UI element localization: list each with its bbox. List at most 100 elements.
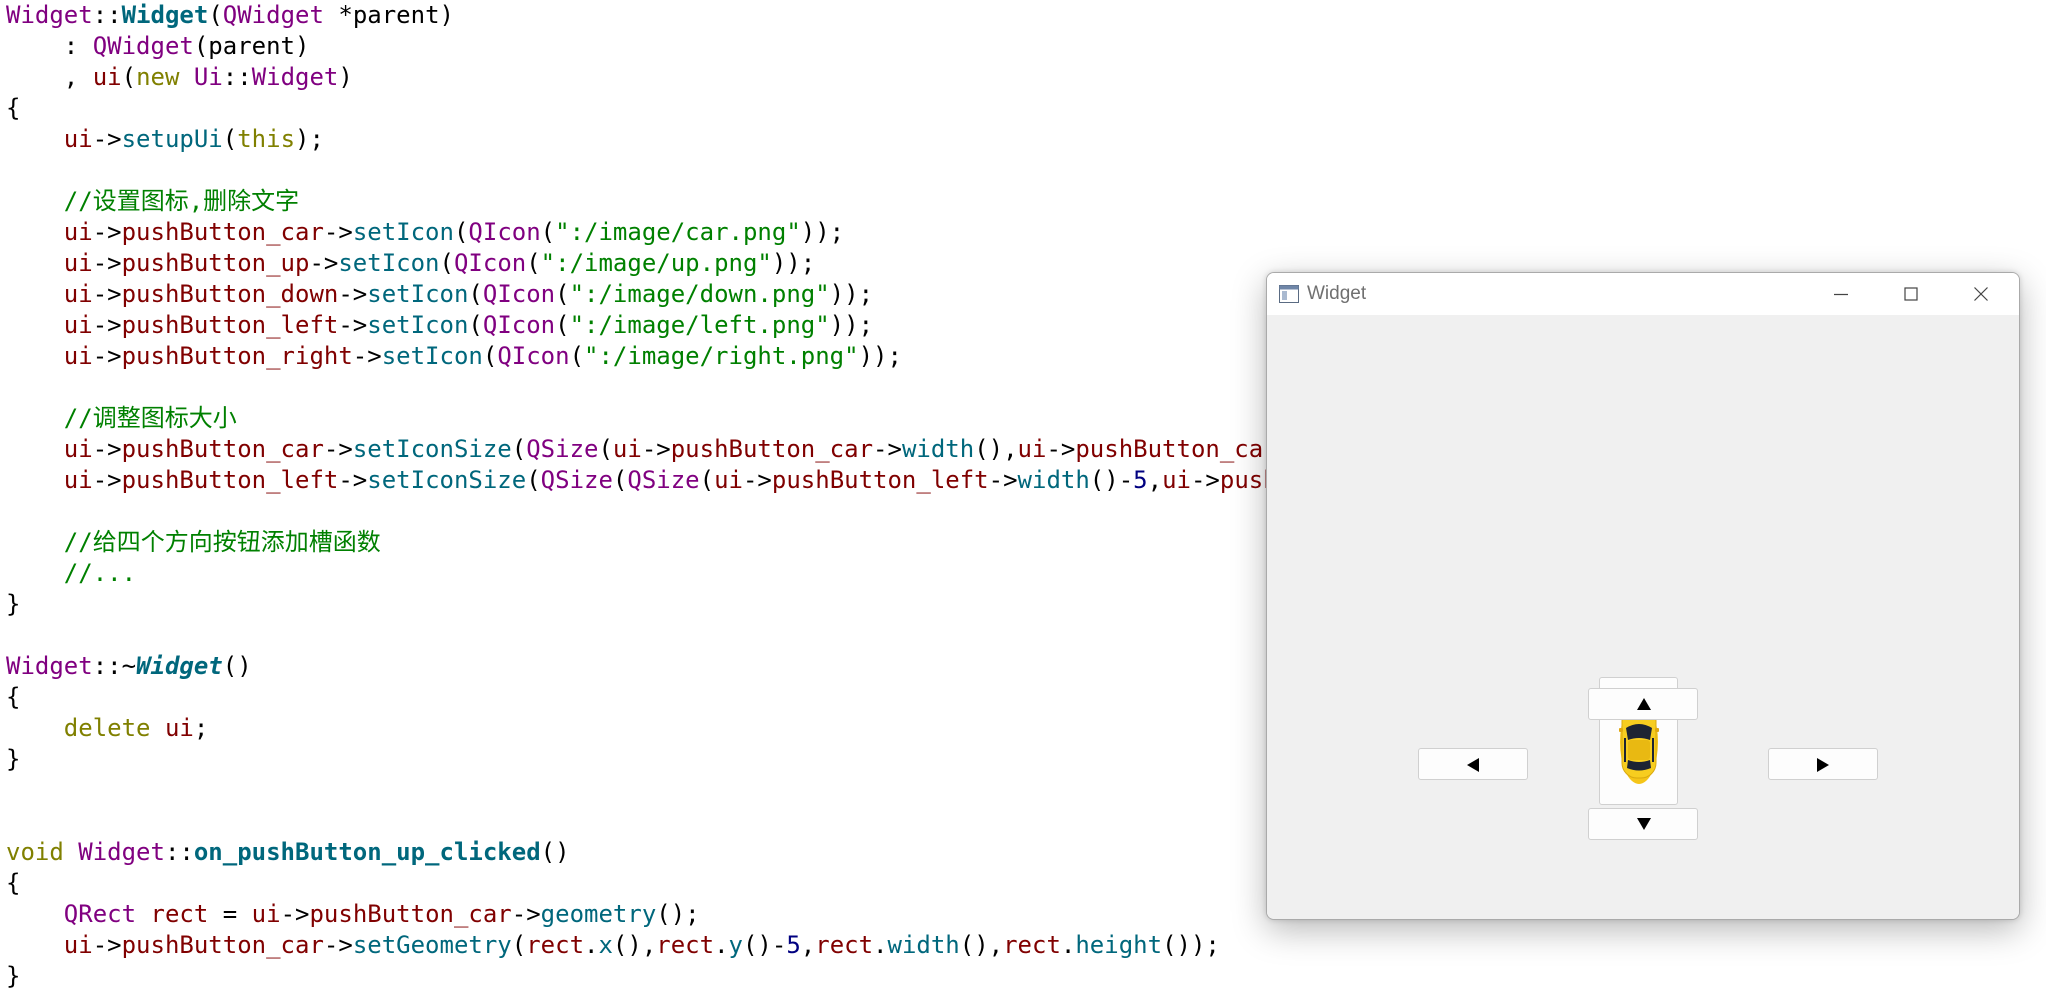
code-token: QIcon [497,342,570,370]
code-token: rect [656,931,715,959]
code-token: QSize [526,435,599,463]
code-token: width [901,435,975,463]
code-token: { [6,94,21,122]
code-token: //设置图标,删除文字 [6,187,300,215]
code-line[interactable]: ui->setupUi(this); [6,124,324,155]
code-line[interactable]: } [6,589,20,620]
code-line[interactable]: , ui(new Ui::Widget) [6,62,353,93]
code-token: QRect [63,900,137,928]
code-line[interactable]: { [6,93,20,124]
code-token: //... [6,559,137,587]
code-line[interactable]: ui->pushButton_left->setIconSize(QSize(Q… [6,465,1278,496]
code-token: height [1075,931,1163,959]
down-button[interactable] [1588,808,1698,840]
close-button[interactable] [1949,273,2013,315]
code-token: )); [800,218,845,246]
code-token: ui [612,435,642,463]
code-line[interactable]: ui->pushButton_right->setIcon(QIcon(":/i… [6,341,902,372]
minimize-icon [1834,293,1848,296]
code-token: :: [164,838,194,866]
code-token: ()- [1089,466,1134,494]
code-token: -> [92,931,122,959]
code-token: QIcon [453,249,527,277]
code-line[interactable]: } [6,961,20,992]
code-token: setIcon [338,249,440,277]
code-token: 5 [1133,466,1148,494]
code-token: ( [482,342,498,370]
code-token: )); [858,342,902,370]
code-line[interactable]: //... [6,558,136,589]
code-token: ( [526,466,541,494]
code-token: )); [829,280,874,308]
code-line[interactable]: Widget::~Widget() [6,651,252,682]
code-token: setIcon [367,280,469,308]
code-line[interactable]: Widget::Widget(QWidget *parent) [6,0,454,31]
code-token: -> [92,125,122,153]
code-token: () [222,652,252,680]
code-line[interactable]: { [6,868,20,899]
code-line[interactable]: ui->pushButton_car->setIcon(QIcon(":/ima… [6,217,844,248]
code-token: } [6,590,21,618]
code-line[interactable]: //给四个方向按钮添加槽函数 [6,527,381,558]
code-token: -> [92,249,122,277]
code-token: ui [63,218,93,246]
code-token: -> [309,249,339,277]
code-token: pushButton_car [121,931,324,959]
minimize-button[interactable] [1809,273,1873,315]
code-token: -> [338,466,368,494]
code-token: ( [511,435,527,463]
code-line[interactable]: } [6,744,20,775]
code-line[interactable]: ui->pushButton_down->setIcon(QIcon(":/im… [6,279,873,310]
code-line[interactable]: ui->pushButton_car->setIconSize(QSize(ui… [6,434,1278,465]
code-token: QSize [540,466,613,494]
code-token: -> [323,218,353,246]
code-token: *parent) [323,1,454,29]
code-token: pushButton_down [121,280,339,308]
code-token: ( [511,931,527,959]
code-line[interactable]: //调整图标大小 [6,403,237,434]
code-line[interactable]: ui->pushButton_car->setGeometry(rect.x()… [6,930,1220,961]
code-token: -> [988,466,1018,494]
arrow-down-icon [1637,818,1651,830]
code-token: )); [771,249,816,277]
left-button[interactable] [1418,748,1528,780]
code-token: ui [63,342,93,370]
close-icon [1974,287,1988,301]
window-titlebar[interactable]: Widget [1267,273,2019,315]
code-token: ( [555,311,570,339]
code-token: delete [63,714,151,742]
code-line[interactable]: : QWidget(parent) [6,31,310,62]
code-line[interactable]: void Widget::on_pushButton_up_clicked() [6,837,570,868]
code-token: ( [598,435,613,463]
code-token: ":/image/down.png" [569,280,830,308]
code-line[interactable]: delete ui; [6,713,209,744]
code-token: ()); [1162,931,1220,959]
code-token: pushButton_left [121,466,339,494]
code-token: ui [1162,466,1191,494]
right-button[interactable] [1768,748,1878,780]
code-line[interactable]: //设置图标,删除文字 [6,186,299,217]
code-token: ":/image/left.png" [569,311,830,339]
code-token: ( [569,342,585,370]
maximize-button[interactable] [1879,273,1943,315]
code-line[interactable]: ui->pushButton_up->setIcon(QIcon(":/imag… [6,248,815,279]
code-token: ":/image/right.png" [584,342,859,370]
code-token: { [6,869,21,897]
code-token: 5 [786,931,801,959]
code-line[interactable]: ui->pushButton_left->setIcon(QIcon(":/im… [6,310,873,341]
code-token: Widget [251,63,339,91]
code-line[interactable]: QRect rect = ui->pushButton_car->geometr… [6,899,700,930]
code-token: ( [699,466,715,494]
up-button[interactable] [1588,688,1698,720]
code-line[interactable]: { [6,682,20,713]
code-token: -> [92,311,122,339]
code-token: ui [63,435,93,463]
